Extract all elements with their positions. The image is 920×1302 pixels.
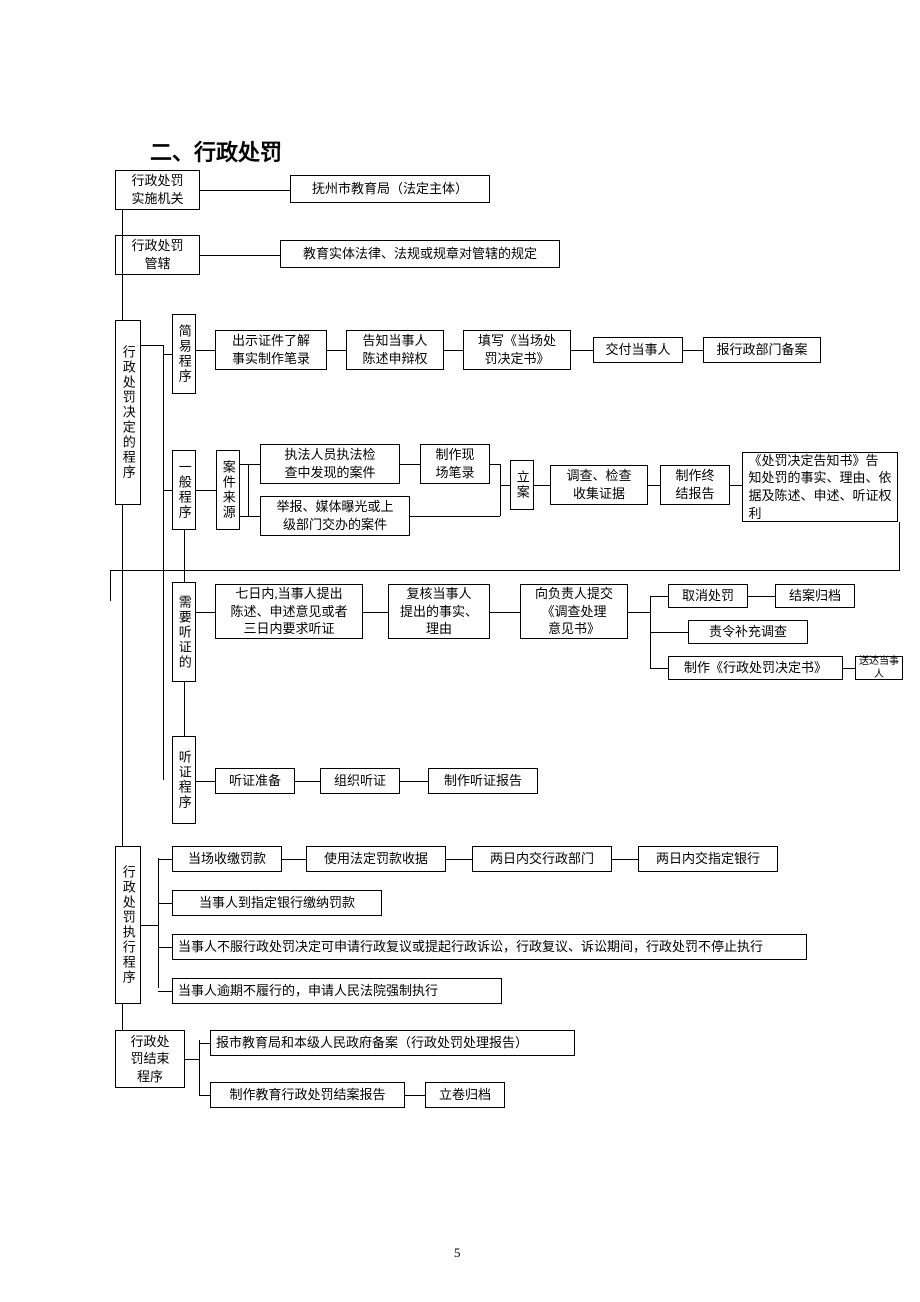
hear-h6: 制作《行政处罚决定书》 <box>668 656 843 680</box>
node-exec-proc: 行政处罚执行程序 <box>115 846 141 1004</box>
simple-step2: 告知当事人 陈述申辩权 <box>346 330 444 370</box>
proc-p2: 组织听证 <box>320 768 400 794</box>
simple-step5: 报行政部门备案 <box>703 337 821 363</box>
exec-f3: 当事人逾期不履行的，申请人民法院强制执行 <box>172 978 502 1004</box>
exec-e4: 两日内交指定银行 <box>638 846 778 872</box>
node-decision-procedure: 行政处罚决定的程序 <box>115 320 141 505</box>
end-g3: 立卷归档 <box>425 1082 505 1108</box>
case-src-a: 执法人员执法检 查中发现的案件 <box>260 444 400 484</box>
hear-h4a: 取消处罚 <box>668 584 748 608</box>
hear-h2: 复核当事人 提出的事实、 理由 <box>388 584 490 639</box>
exec-e1: 当场收缴罚款 <box>172 846 282 872</box>
gen-b1: 制作现 场笔录 <box>420 444 490 484</box>
node-agency: 行政处罚 实施机关 <box>115 170 200 210</box>
proc-p1: 听证准备 <box>215 768 295 794</box>
hear-h4b: 结案归档 <box>775 584 855 608</box>
case-source: 案件来源 <box>216 450 240 530</box>
node-general-proc: 一般程序 <box>172 450 196 530</box>
end-g1: 报市教育局和本级人民政府备案（行政处罚处理报告） <box>210 1030 575 1056</box>
gen-b4: 制作终 结报告 <box>660 465 730 505</box>
node-jurisdiction: 行政处罚 管辖 <box>115 235 200 275</box>
end-g2: 制作教育行政处罚结案报告 <box>210 1082 405 1108</box>
exec-f1: 当事人到指定银行缴纳罚款 <box>172 890 382 916</box>
node-simple-proc: 简易程序 <box>172 314 196 394</box>
simple-step1: 出示证件了解 事实制作笔录 <box>215 330 327 370</box>
gen-b3: 调查、检查 收集证据 <box>550 465 648 505</box>
page-number: 5 <box>454 1245 461 1261</box>
hear-h7: 送达当事人 <box>855 656 903 680</box>
node-end-proc: 行政处 罚结束 程序 <box>115 1030 185 1088</box>
hear-h3: 向负责人提交 《调查处理 意见书》 <box>520 584 628 639</box>
hear-h5: 责令补充调查 <box>688 620 808 644</box>
node-jurisdiction-detail: 教育实体法律、法规或规章对管辖的规定 <box>280 240 560 268</box>
node-agency-detail: 抚州市教育局（法定主体） <box>290 175 490 203</box>
gen-b2: 立案 <box>510 460 534 510</box>
simple-step4: 交付当事人 <box>593 337 683 363</box>
page-title: 二、行政处罚 <box>150 135 282 167</box>
gen-b5: 《处罚决定告知书》告 知处罚的事实、理由、依 据及陈述、申述、听证权 利 <box>742 452 898 522</box>
hear-h1: 七日内,当事人提出 陈述、申述意见或者 三日内要求听证 <box>215 584 363 639</box>
case-src-b: 举报、媒体曝光或上 级部门交办的案件 <box>260 496 410 536</box>
exec-e3: 两日内交行政部门 <box>472 846 612 872</box>
exec-f2: 当事人不服行政处罚决定可申请行政复议或提起行政诉讼，行政复议、诉讼期间，行政处罚… <box>172 934 807 960</box>
node-need-hearing: 需要听证的 <box>172 582 196 682</box>
proc-p3: 制作听证报告 <box>428 768 538 794</box>
simple-step3: 填写《当场处 罚决定书》 <box>463 330 571 370</box>
exec-e2: 使用法定罚款收据 <box>306 846 446 872</box>
